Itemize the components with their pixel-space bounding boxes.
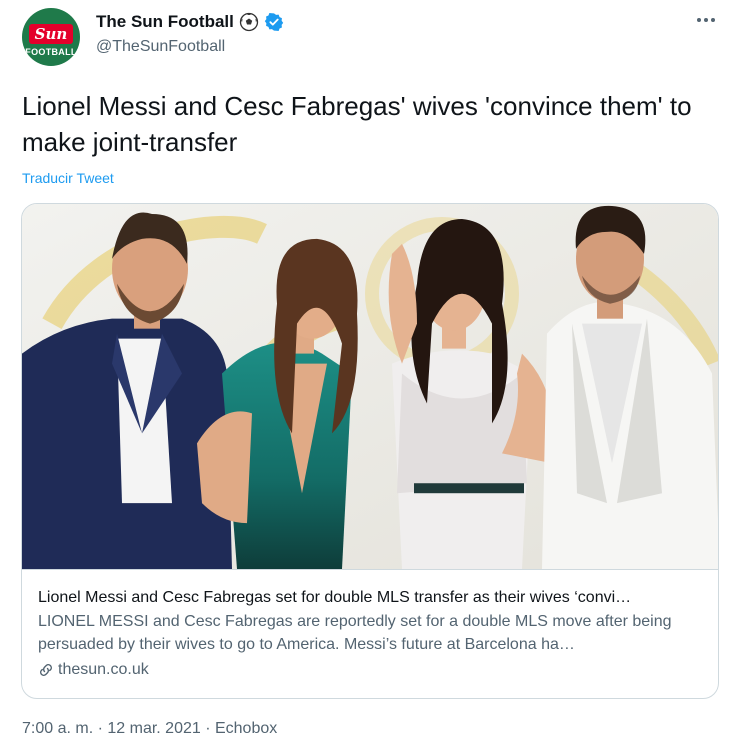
card-description: LIONEL MESSI and Cesc Fabregas are repor… <box>38 613 672 653</box>
more-options-icon[interactable] <box>694 10 718 30</box>
card-meta: Lionel Messi and Cesc Fabregas set for d… <box>38 587 704 681</box>
author-name-row: The Sun Football <box>96 12 284 32</box>
translate-tweet-link[interactable]: Traducir Tweet <box>22 170 114 186</box>
verified-badge-icon <box>264 13 284 32</box>
avatar-logo-sun: Sun <box>28 23 74 44</box>
avatar-logo-football: FOOTBALL <box>25 46 77 57</box>
tweet-timestamp[interactable]: 7:00 a. m. · 12 mar. 2021 · Echobox <box>22 720 277 738</box>
tweet-text: Lionel Messi and Cesc Fabregas' wives 'c… <box>22 91 692 157</box>
card-image <box>22 204 718 570</box>
link-preview-card[interactable]: Lionel Messi and Cesc Fabregas set for d… <box>21 203 719 699</box>
display-name[interactable]: The Sun Football <box>96 12 234 32</box>
avatar[interactable]: Sun FOOTBALL <box>22 8 80 66</box>
card-title: Lionel Messi and Cesc Fabregas set for d… <box>38 589 632 606</box>
card-domain: thesun.co.uk <box>38 659 704 681</box>
tweet: Sun FOOTBALL The Sun Football @TheSunFoo… <box>0 0 740 738</box>
account-handle[interactable]: @TheSunFootball <box>96 38 225 56</box>
soccer-ball-icon <box>239 12 259 32</box>
link-icon <box>40 664 52 676</box>
card-domain-text: thesun.co.uk <box>58 661 149 678</box>
